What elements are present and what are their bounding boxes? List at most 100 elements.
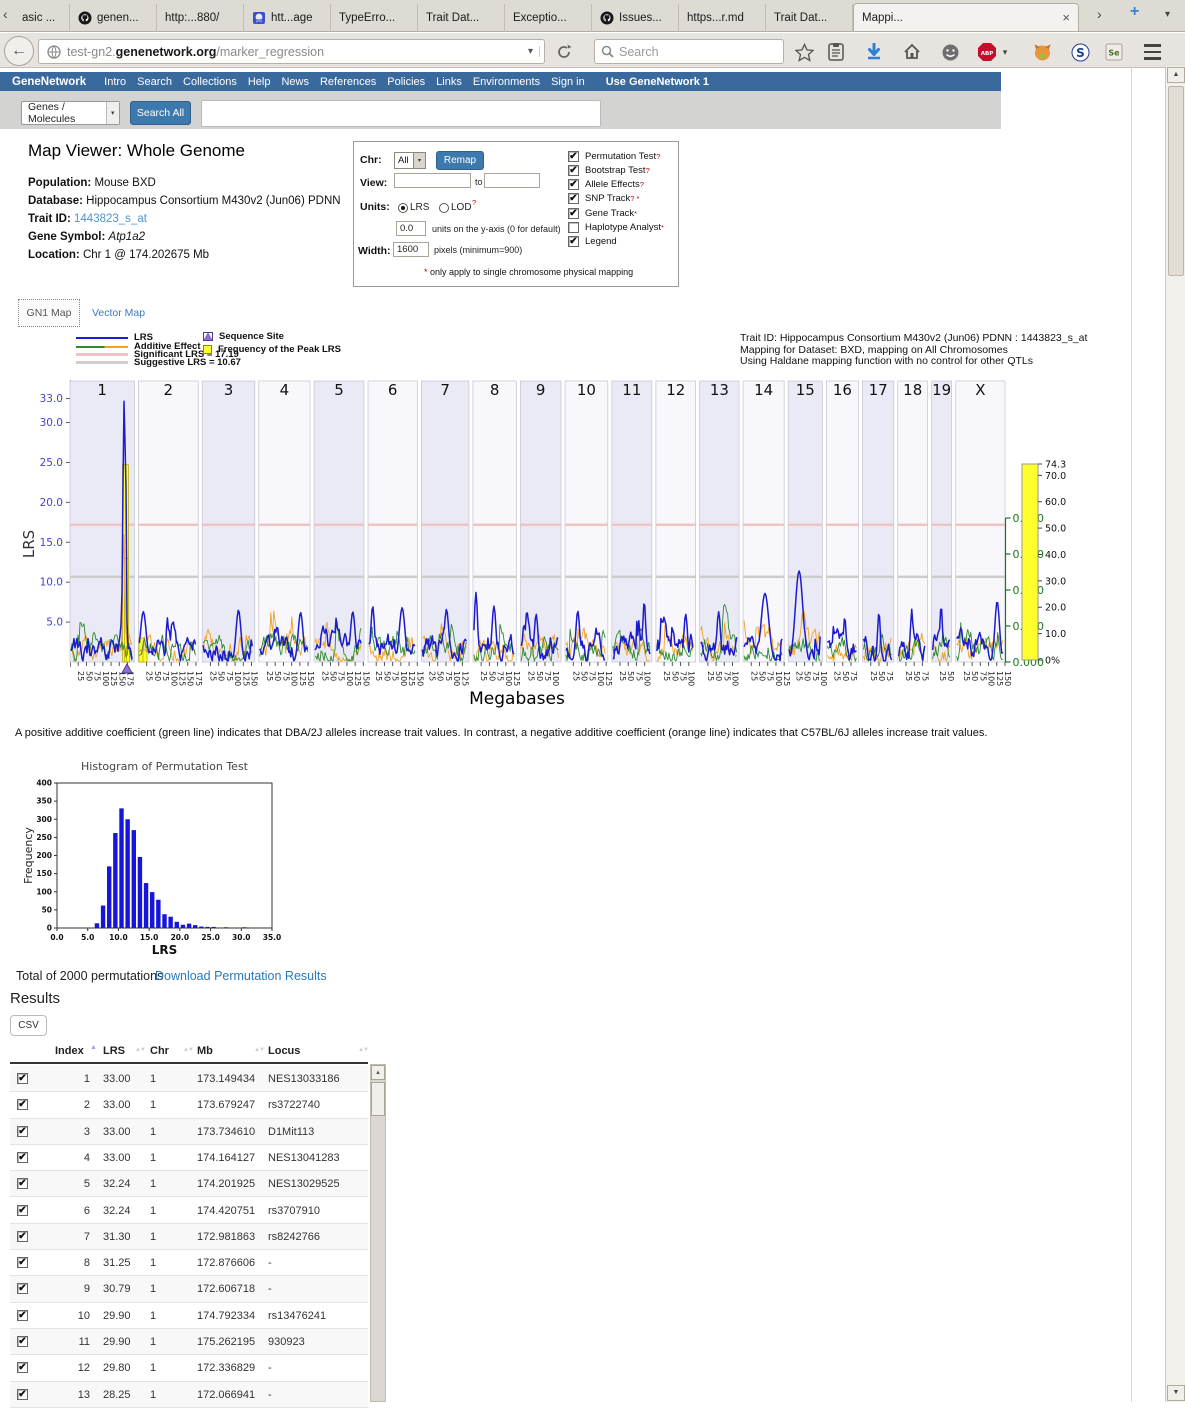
- table-row[interactable]: ✔333.001173.734610D1Mit113: [10, 1119, 368, 1145]
- table-row[interactable]: ✔433.001174.164127NES13041283: [10, 1145, 368, 1171]
- table-row[interactable]: ✔1029.901174.792334rs13476241: [10, 1303, 368, 1329]
- tab-scroll-left-icon[interactable]: ‹: [3, 6, 8, 22]
- use-genenetwork1-link[interactable]: Use GeneNetwork 1: [606, 76, 709, 88]
- back-button[interactable]: ←: [4, 36, 34, 66]
- reload-icon[interactable]: [550, 39, 578, 64]
- gn-nav-item-sign-in[interactable]: Sign in: [551, 76, 585, 88]
- sort-icon[interactable]: ▲▼: [183, 1047, 193, 1053]
- tab-close-icon[interactable]: ×: [1052, 10, 1070, 25]
- checkbox[interactable]: ✔: [568, 193, 579, 204]
- option-help[interactable]: *: [634, 209, 637, 218]
- browser-tab[interactable]: https...r.md: [679, 4, 766, 32]
- option-help[interactable]: *: [661, 223, 664, 232]
- table-row[interactable]: ✔233.001173.679247rs3722740: [10, 1092, 368, 1118]
- view-to-input[interactable]: [484, 173, 540, 188]
- lod-radio[interactable]: [439, 203, 449, 213]
- column-header-index[interactable]: Index: [55, 1045, 84, 1057]
- browser-tab[interactable]: http:...880/: [157, 4, 244, 32]
- table-row[interactable]: ✔1129.901175.262195930923: [10, 1329, 368, 1355]
- tab-list-icon[interactable]: ▾: [1165, 9, 1170, 20]
- column-header-mb[interactable]: Mb: [197, 1045, 213, 1057]
- page-scroll-thumb[interactable]: [1168, 86, 1184, 276]
- browser-tab[interactable]: Issues...: [592, 4, 679, 32]
- browser-search-field[interactable]: Search: [594, 39, 784, 64]
- feedback-smiley-icon[interactable]: [938, 40, 962, 64]
- page-scrollbar[interactable]: ▲ ▼: [1165, 66, 1185, 1402]
- column-header-chr[interactable]: Chr: [150, 1045, 169, 1057]
- table-scroll-thumb[interactable]: [371, 1082, 385, 1116]
- gn-nav-item-intro[interactable]: Intro: [104, 76, 126, 88]
- table-row[interactable]: ✔930.791172.606718-: [10, 1276, 368, 1302]
- gn-nav-item-news[interactable]: News: [281, 76, 309, 88]
- search-all-button[interactable]: Search All: [130, 101, 191, 125]
- table-row[interactable]: ✔532.241174.201925NES13029525: [10, 1171, 368, 1197]
- new-tab-icon[interactable]: +: [1130, 3, 1139, 21]
- row-checkbox[interactable]: ✔: [17, 1126, 28, 1137]
- checkbox[interactable]: ✔: [568, 165, 579, 176]
- gn-nav-item-search[interactable]: Search: [137, 76, 172, 88]
- downloads-icon[interactable]: [862, 40, 886, 64]
- table-scrollbar[interactable]: ▲: [370, 1064, 386, 1402]
- view-from-input[interactable]: [394, 173, 471, 188]
- table-row[interactable]: ✔1328.251172.066941-: [10, 1382, 368, 1408]
- gn-nav-item-help[interactable]: Help: [248, 76, 271, 88]
- row-checkbox[interactable]: ✔: [17, 1257, 28, 1268]
- tab-scroll-right-icon[interactable]: ›: [1097, 6, 1102, 22]
- page-scroll-up-icon[interactable]: ▲: [1167, 67, 1185, 83]
- adblock-caret-icon[interactable]: ▾: [998, 40, 1012, 64]
- browser-tab[interactable]: htt...age: [244, 4, 331, 32]
- lrs-radio[interactable]: [398, 203, 408, 213]
- gn-nav-item-references[interactable]: References: [320, 76, 376, 88]
- selenium-ide-icon[interactable]: Se: [1102, 40, 1126, 64]
- sort-icon[interactable]: ▲: [90, 1044, 97, 1051]
- table-row[interactable]: ✔731.301172.981863rs8242766: [10, 1224, 368, 1250]
- gn-nav-item-environments[interactable]: Environments: [473, 76, 540, 88]
- download-permutation-link[interactable]: Download Permutation Results: [155, 969, 327, 983]
- gn-nav-item-links[interactable]: Links: [436, 76, 462, 88]
- checkbox[interactable]: [568, 222, 579, 233]
- row-checkbox[interactable]: ✔: [17, 1283, 28, 1294]
- row-checkbox[interactable]: ✔: [17, 1389, 28, 1400]
- gn-brand[interactable]: GeneNetwork: [12, 76, 86, 88]
- remap-button[interactable]: Remap: [436, 151, 484, 170]
- table-row[interactable]: ✔831.251172.876606-: [10, 1250, 368, 1276]
- browser-tab[interactable]: Trait Dat...: [766, 4, 853, 32]
- checkbox[interactable]: ✔: [568, 179, 579, 190]
- url-dropdown-icon[interactable]: ▾: [522, 46, 540, 57]
- gn-nav-item-policies[interactable]: Policies: [387, 76, 425, 88]
- table-row[interactable]: ✔133.001173.149434NES13033186: [10, 1066, 368, 1092]
- sort-icon[interactable]: ▲▼: [254, 1047, 264, 1053]
- bookmarks-sidebar-icon[interactable]: [824, 40, 848, 64]
- column-header-locus[interactable]: Locus: [268, 1045, 300, 1057]
- browser-tab[interactable]: TypeErro...: [331, 4, 418, 32]
- row-checkbox[interactable]: ✔: [17, 1152, 28, 1163]
- tab-vector-map[interactable]: Vector Map: [92, 307, 145, 319]
- url-bar[interactable]: test-gn2.genenetwork.org/marker_regressi…: [38, 39, 545, 64]
- checkbox[interactable]: ✔: [568, 208, 579, 219]
- table-scroll-up-icon[interactable]: ▲: [371, 1065, 385, 1080]
- row-checkbox[interactable]: ✔: [17, 1231, 28, 1242]
- browser-tab[interactable]: asic ...: [14, 4, 70, 32]
- session-s-icon[interactable]: S: [1068, 40, 1092, 64]
- adblock-plus-icon[interactable]: ABP: [975, 40, 999, 64]
- row-checkbox[interactable]: ✔: [17, 1310, 28, 1321]
- browser-tab[interactable]: genen...: [70, 4, 157, 32]
- page-scroll-down-icon[interactable]: ▼: [1167, 1385, 1185, 1401]
- menu-hamburger-icon[interactable]: [1140, 40, 1164, 64]
- csv-button[interactable]: CSV: [10, 1015, 47, 1036]
- option-help[interactable]: ?: [656, 152, 660, 161]
- units-help[interactable]: ?: [472, 198, 476, 207]
- row-checkbox[interactable]: ✔: [17, 1205, 28, 1216]
- browser-tab[interactable]: Exceptio...: [505, 4, 592, 32]
- foxyproxy-icon[interactable]: [1030, 40, 1054, 64]
- chr-select[interactable]: All ▾: [394, 152, 426, 169]
- tab-gn1-map[interactable]: GN1 Map: [18, 299, 80, 327]
- column-header-lrs[interactable]: LRS: [103, 1045, 125, 1057]
- gn-nav-item-collections[interactable]: Collections: [183, 76, 237, 88]
- option-help[interactable]: ?: [646, 166, 650, 175]
- checkbox[interactable]: ✔: [568, 236, 579, 247]
- sort-icon[interactable]: ▲▼: [358, 1047, 368, 1053]
- yaxis-units-input[interactable]: 0.0: [396, 221, 426, 236]
- select-caret-icon[interactable]: ▾: [106, 102, 119, 124]
- sort-icon[interactable]: ▲▼: [135, 1047, 145, 1053]
